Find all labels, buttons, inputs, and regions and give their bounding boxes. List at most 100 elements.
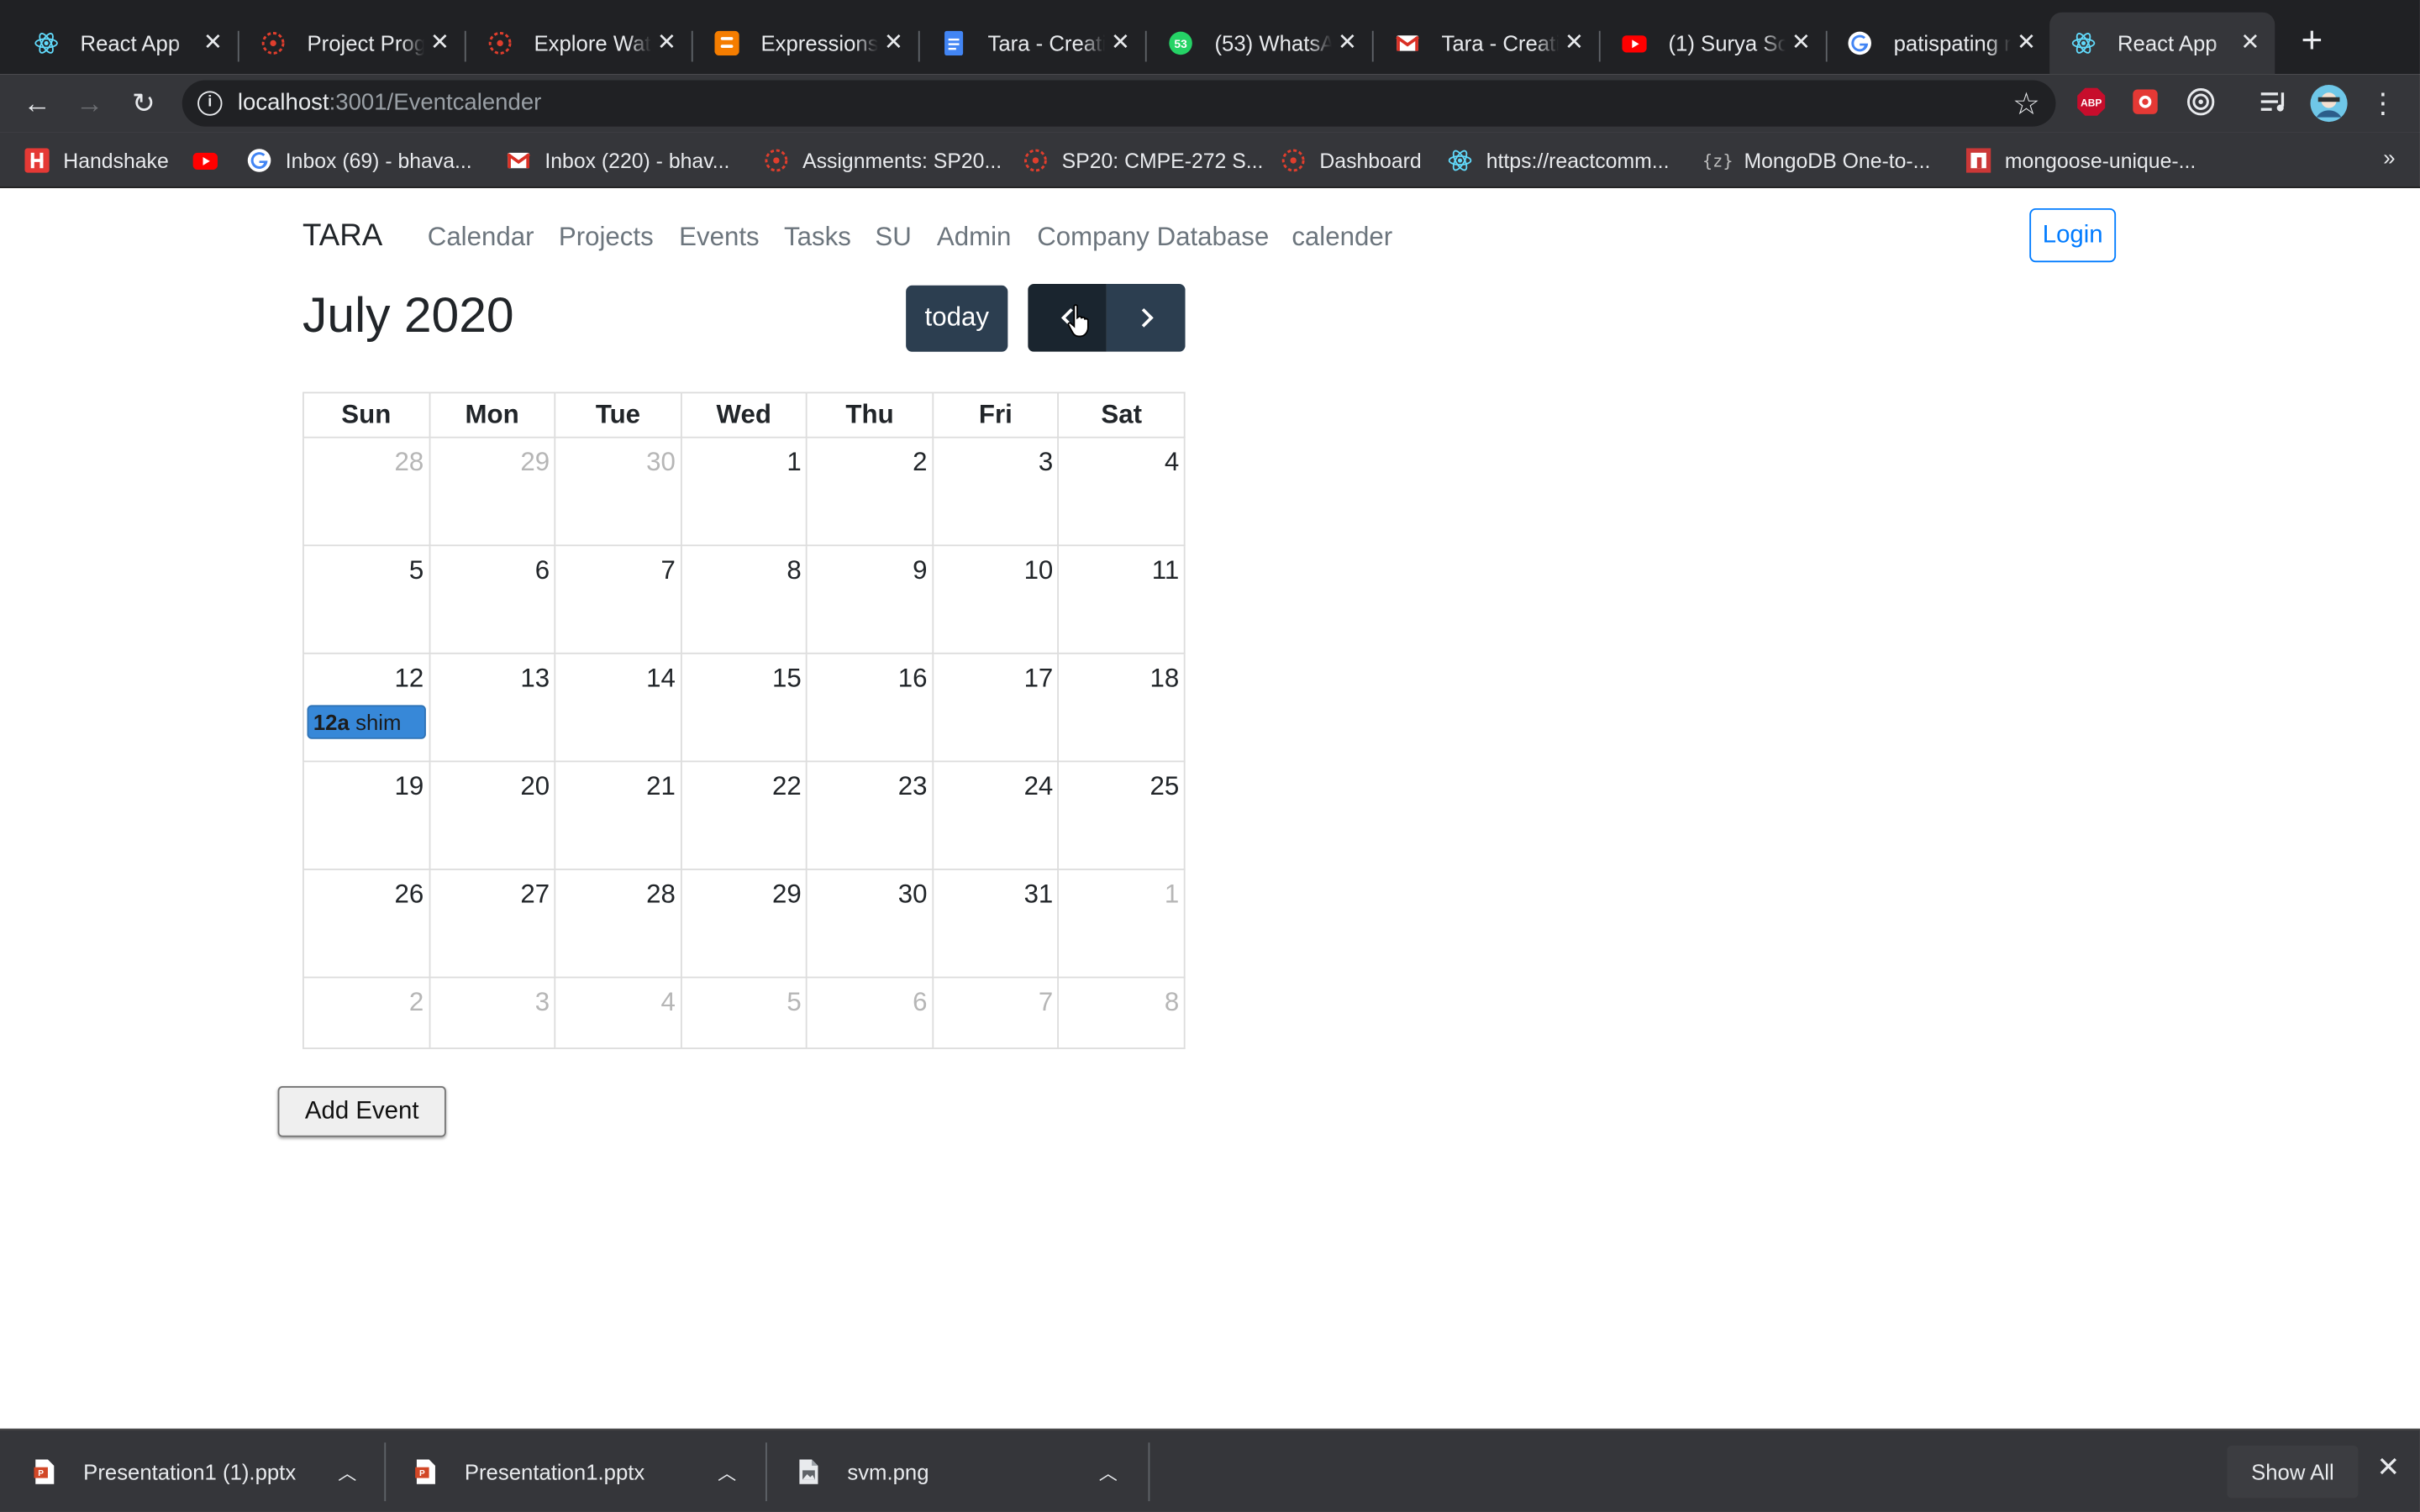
calendar-day-cell[interactable]: 2 (302, 976, 430, 1049)
nav-link-events[interactable]: Events (679, 222, 759, 253)
day-number[interactable]: 28 (555, 870, 680, 911)
new-tab-button[interactable]: + (2293, 23, 2330, 61)
nav-link-company-database[interactable]: Company Database (1037, 222, 1269, 253)
day-number[interactable]: 31 (934, 870, 1058, 911)
calendar-day-cell[interactable]: 15 (680, 652, 808, 763)
browser-tab[interactable]: Explore Wats ✕ (466, 13, 693, 74)
close-tab-icon[interactable]: ✕ (1786, 28, 1817, 59)
day-number[interactable]: 14 (555, 654, 680, 695)
add-event-button[interactable]: Add Event (277, 1086, 446, 1137)
day-number[interactable]: 19 (304, 762, 429, 802)
calendar-day-cell[interactable]: 16 (806, 652, 934, 763)
download-item[interactable]: P Presentation1 (1).pptx ︿ (34, 1431, 356, 1512)
calendar-day-cell[interactable]: 24 (932, 760, 1060, 870)
login-button[interactable]: Login (2029, 207, 2117, 263)
close-tab-icon[interactable]: ✕ (1105, 28, 1136, 59)
calendar-day-cell[interactable]: 29 (428, 436, 556, 547)
calendar-day-cell[interactable]: 6 (806, 976, 934, 1049)
browser-tab[interactable]: 53 (53) WhatsAp ✕ (1147, 13, 1374, 74)
day-number[interactable]: 29 (430, 438, 555, 479)
calendar-day-cell[interactable]: 28 (554, 869, 682, 979)
day-number[interactable]: 29 (681, 870, 806, 911)
reload-icon[interactable]: ↻ (124, 83, 164, 123)
url-text[interactable]: localhost:3001/Eventcalender (238, 90, 541, 116)
day-number[interactable]: 26 (304, 870, 429, 911)
calendar-day-cell[interactable]: 7 (554, 544, 682, 654)
calendar-day-cell[interactable]: 31 (932, 869, 1060, 979)
calendar-day-cell[interactable]: 11 (1057, 544, 1186, 654)
back-arrow-icon[interactable]: ← (17, 83, 57, 123)
media-icon[interactable] (2260, 87, 2291, 118)
bookmark-item[interactable]: Assignments: SP20... (764, 145, 1002, 176)
close-tab-icon[interactable]: ✕ (424, 28, 455, 59)
day-number[interactable]: 8 (1060, 978, 1184, 1018)
calendar-day-cell[interactable]: 25 (1057, 760, 1186, 870)
calendar-day-cell[interactable]: 21 (554, 760, 682, 870)
day-number[interactable]: 30 (555, 438, 680, 479)
calendar-day-cell[interactable]: 13 (428, 652, 556, 763)
calendar-day-cell[interactable]: 27 (428, 869, 556, 979)
day-number[interactable]: 5 (681, 978, 806, 1018)
calendar-day-cell[interactable]: 18 (1057, 652, 1186, 763)
day-number[interactable]: 28 (304, 438, 429, 479)
day-number[interactable]: 7 (555, 546, 680, 586)
browser-tab[interactable]: React App ✕ (13, 13, 239, 74)
close-tab-icon[interactable]: ✕ (651, 28, 682, 59)
browser-tab[interactable]: Project Progr ✕ (239, 13, 466, 74)
chevron-up-icon[interactable]: ︿ (1099, 1459, 1118, 1485)
close-icon[interactable]: ✕ (2377, 1452, 2401, 1484)
day-number[interactable]: 2 (808, 438, 932, 479)
calendar-day-cell[interactable]: 14 (554, 652, 682, 763)
browser-tab[interactable]: patispating n ✕ (1826, 13, 2051, 74)
calendar-day-cell[interactable]: 3 (428, 976, 556, 1049)
day-number[interactable]: 21 (555, 762, 680, 802)
day-number[interactable]: 17 (934, 654, 1058, 695)
nav-link-su[interactable]: SU (875, 222, 911, 253)
day-number[interactable]: 7 (934, 978, 1058, 1018)
day-number[interactable]: 2 (304, 978, 429, 1018)
bookmark-item[interactable]: Handshake (24, 145, 169, 176)
day-number[interactable]: 25 (1060, 762, 1184, 802)
day-number[interactable]: 10 (934, 546, 1058, 586)
day-number[interactable]: 5 (304, 546, 429, 586)
day-number[interactable]: 13 (430, 654, 555, 695)
calendar-day-cell[interactable]: 8 (680, 544, 808, 654)
day-number[interactable]: 11 (1060, 546, 1184, 586)
day-number[interactable]: 16 (808, 654, 932, 695)
bookmark-item[interactable]: Dashboard (1281, 145, 1422, 176)
close-tab-icon[interactable]: ✕ (1332, 28, 1363, 59)
day-number[interactable]: 15 (681, 654, 806, 695)
calendar-day-cell[interactable]: 5 (302, 544, 430, 654)
calendar-day-cell[interactable]: 2 (806, 436, 934, 547)
browser-tab[interactable]: Tara - Creativ ✕ (1374, 13, 1601, 74)
profile-avatar[interactable] (2309, 83, 2349, 123)
today-button[interactable]: today (906, 285, 1008, 352)
calendar-day-cell[interactable]: 22 (680, 760, 808, 870)
nav-link-calendar[interactable]: Calendar (428, 222, 534, 253)
day-number[interactable]: 3 (430, 978, 555, 1018)
calendar-day-cell[interactable]: 4 (1057, 436, 1186, 547)
close-tab-icon[interactable]: ✕ (2235, 28, 2266, 59)
day-number[interactable]: 24 (934, 762, 1058, 802)
day-number[interactable]: 9 (808, 546, 932, 586)
day-number[interactable]: 1 (1060, 870, 1184, 911)
day-number[interactable]: 23 (808, 762, 932, 802)
nav-link-projects[interactable]: Projects (559, 222, 654, 253)
bookmark-star-icon[interactable]: ☆ (2012, 85, 2040, 123)
forward-arrow-icon[interactable]: → (70, 83, 110, 123)
browser-tab[interactable]: Expressions: ✕ (693, 13, 920, 74)
address-bar[interactable]: i localhost:3001/Eventcalender ☆ (182, 80, 2056, 127)
calendar-day-cell[interactable]: 4 (554, 976, 682, 1049)
bookmark-item[interactable] (192, 145, 232, 176)
browser-tab[interactable]: (1) Surya Sor ✕ (1601, 13, 1828, 74)
calendar-event[interactable]: 12a shim (307, 705, 426, 739)
chevron-up-icon[interactable]: ︿ (338, 1459, 356, 1485)
day-number[interactable]: 3 (934, 438, 1058, 479)
target-icon[interactable] (2186, 87, 2217, 118)
day-number[interactable]: 4 (1060, 438, 1184, 479)
navbar-brand[interactable]: TARA (302, 219, 382, 255)
close-tab-icon[interactable]: ✕ (2011, 28, 2042, 59)
download-item[interactable]: svm.png ︿ (798, 1431, 1118, 1512)
calendar-day-cell[interactable]: 6 (428, 544, 556, 654)
nav-link-calender[interactable]: calender (1292, 222, 1392, 253)
